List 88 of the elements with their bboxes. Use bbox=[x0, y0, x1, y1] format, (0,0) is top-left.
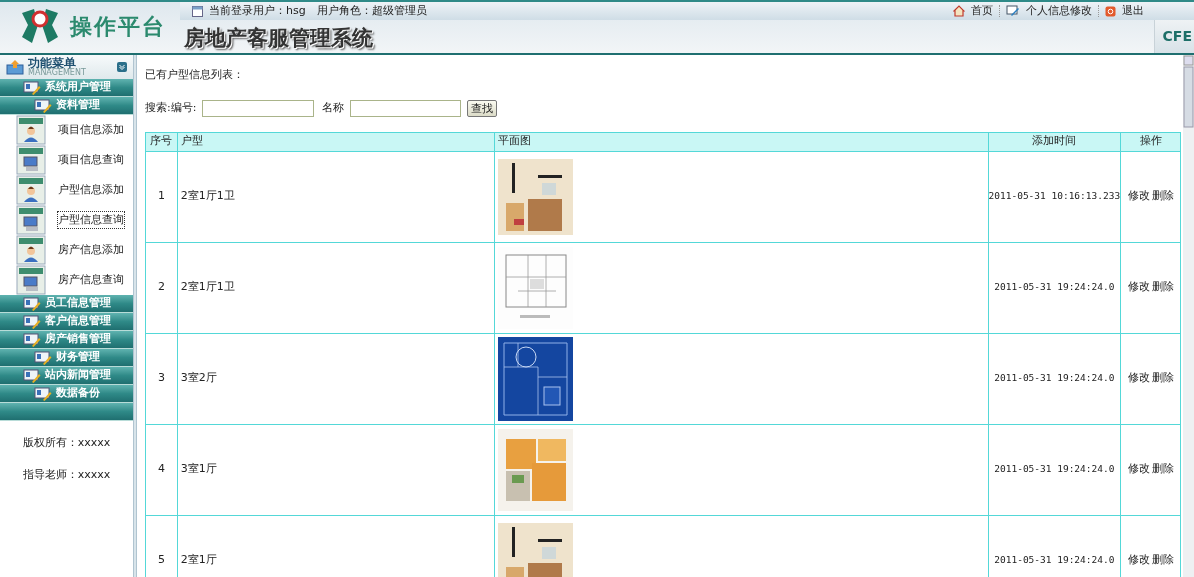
menu-group[interactable]: 数据备份 bbox=[0, 385, 133, 403]
menu-title: 功能菜单 bbox=[28, 57, 76, 69]
action-link[interactable]: 修改 bbox=[1127, 189, 1150, 203]
menu-item[interactable]: 房产信息添加 bbox=[58, 241, 124, 259]
table-cell: 4 bbox=[145, 424, 178, 515]
menu-group-label: 财务管理 bbox=[55, 349, 100, 366]
list-heading: 已有户型信息列表： bbox=[145, 67, 245, 83]
menu-item[interactable]: 房产信息查询 bbox=[58, 271, 124, 289]
computer-card-icon bbox=[16, 265, 46, 295]
brand-name: 操作平台 bbox=[70, 12, 166, 41]
action-link[interactable]: 删除 bbox=[1151, 462, 1174, 476]
footer-text: 指导老师：xxxxx bbox=[22, 466, 111, 483]
menu-group[interactable]: 资料管理 bbox=[0, 97, 133, 115]
action-link[interactable]: 修改 bbox=[1127, 553, 1150, 567]
header-link[interactable]: 个人信息修改 bbox=[1026, 2, 1092, 20]
id-card-pencil-icon bbox=[33, 98, 52, 113]
computer-card-icon bbox=[16, 145, 46, 175]
table-cell: 5 bbox=[145, 515, 178, 577]
window-icon bbox=[192, 5, 203, 17]
menu-group[interactable]: 站内新闻管理 bbox=[0, 367, 133, 385]
system-title: 房地产客服管理系统 bbox=[184, 23, 373, 52]
column-header: 添加时间 bbox=[988, 132, 1121, 151]
menu-item[interactable]: 户型信息查询 bbox=[58, 211, 124, 229]
action-link[interactable]: 修改 bbox=[1127, 462, 1150, 476]
column-header: 操作 bbox=[1120, 132, 1181, 151]
action-link[interactable]: 删除 bbox=[1151, 189, 1174, 203]
table-cell: 2011-05-31 19:24:24.0 bbox=[988, 424, 1121, 515]
exit-icon bbox=[1105, 5, 1116, 17]
menu-group-label: 房产销售管理 bbox=[44, 331, 111, 348]
pencil-note-icon bbox=[1006, 5, 1020, 17]
action-link[interactable]: 修改 bbox=[1127, 280, 1150, 294]
computer-card-icon bbox=[16, 205, 46, 235]
menu-subtitle: MANAGEMENT bbox=[28, 69, 87, 77]
menu-group[interactable]: 财务管理 bbox=[0, 349, 133, 367]
menu-group-label: 数据备份 bbox=[55, 385, 100, 402]
table-cell: 2011-05-31 19:24:24.0 bbox=[988, 333, 1121, 424]
code-input-field[interactable] bbox=[202, 99, 315, 117]
person-card-icon bbox=[16, 115, 46, 145]
column-header: 户型 bbox=[177, 132, 495, 151]
search-button[interactable]: 查找 bbox=[467, 99, 498, 117]
table-cell: 3室2厅 bbox=[177, 333, 495, 424]
house-icon bbox=[953, 5, 965, 17]
menu-group-label: 资料管理 bbox=[55, 97, 100, 114]
table-cell: 2011-05-31 19:24:24.0 bbox=[988, 242, 1121, 333]
menu-group[interactable]: 房产销售管理 bbox=[0, 331, 133, 349]
search-label: 搜索:编号: bbox=[145, 99, 197, 116]
column-header: 序号 bbox=[145, 132, 178, 151]
scrollbar-drawing[interactable] bbox=[1183, 55, 1194, 577]
person-card-icon bbox=[16, 235, 46, 265]
corner-tab[interactable]: CFE bbox=[1153, 20, 1194, 53]
menu-group-label: 站内新闻管理 bbox=[44, 367, 111, 384]
table-cell: 1 bbox=[145, 151, 178, 242]
id-card-pencil-icon bbox=[22, 332, 41, 347]
table-cell: 3 bbox=[145, 333, 178, 424]
menu-group[interactable]: 系统用户管理 bbox=[0, 79, 133, 97]
menu-group[interactable]: 客户信息管理 bbox=[0, 313, 133, 331]
action-link[interactable]: 删除 bbox=[1151, 371, 1174, 385]
menu-group[interactable]: 员工信息管理 bbox=[0, 295, 133, 313]
menu-group-label: 客户信息管理 bbox=[44, 313, 111, 330]
id-card-pencil-icon bbox=[22, 368, 41, 383]
name-label: 名称 bbox=[322, 99, 345, 116]
action-link[interactable]: 删除 bbox=[1151, 553, 1174, 567]
id-card-pencil-icon bbox=[22, 314, 41, 329]
id-card-pencil-icon bbox=[22, 296, 41, 311]
person-card-icon bbox=[16, 175, 46, 205]
table-cell: 2 bbox=[145, 242, 178, 333]
menu-item[interactable]: 项目信息查询 bbox=[58, 151, 124, 169]
menu-item[interactable]: 户型信息添加 bbox=[58, 181, 124, 199]
table-cell: 2室1厅1卫 bbox=[177, 151, 495, 242]
menu-group-label: 员工信息管理 bbox=[44, 295, 111, 312]
header-link[interactable]: 首页 bbox=[971, 2, 993, 20]
table-cell: 2室1厅1卫 bbox=[177, 242, 495, 333]
id-card-pencil-icon bbox=[33, 350, 52, 365]
column-header: 平面图 bbox=[494, 132, 989, 151]
action-link[interactable]: 修改 bbox=[1127, 371, 1150, 385]
name-input-field[interactable] bbox=[350, 99, 462, 117]
id-card-pencil-icon bbox=[33, 386, 52, 401]
menu-group-label: 系统用户管理 bbox=[44, 79, 111, 96]
upload-box-icon bbox=[6, 59, 24, 75]
table-cell: 3室1厅 bbox=[177, 424, 495, 515]
menu-item[interactable]: 项目信息添加 bbox=[58, 121, 124, 139]
header-link[interactable]: 退出 bbox=[1122, 2, 1144, 20]
action-link[interactable]: 删除 bbox=[1151, 280, 1174, 294]
footer-text: 版权所有：xxxxx bbox=[22, 435, 111, 451]
current-user-text: 当前登录用户：hsg 用户角色：超级管理员 bbox=[209, 2, 427, 19]
table-cell: 2011-05-31 10:16:13.233 bbox=[988, 151, 1121, 242]
collapse-icon[interactable] bbox=[117, 62, 127, 72]
id-card-pencil-icon bbox=[22, 80, 41, 95]
